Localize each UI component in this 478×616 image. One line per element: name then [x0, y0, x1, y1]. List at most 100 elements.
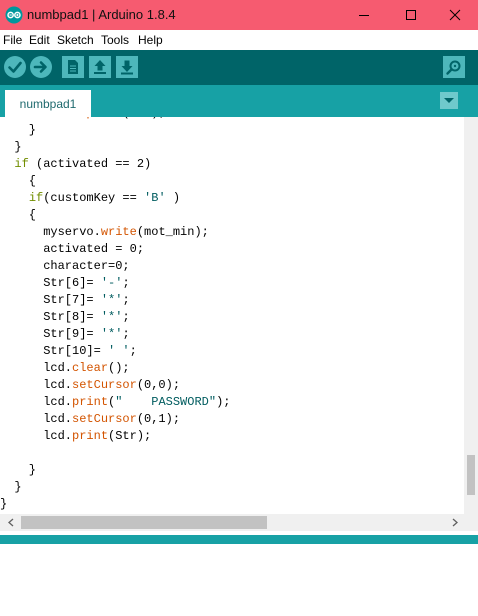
code-token: lcd. — [0, 361, 73, 375]
code-editor[interactable]: lcd.print(Str); } } if (activated == 2) … — [0, 117, 464, 514]
code-line: Str[8]= '*'; — [0, 310, 130, 324]
code-token: print — [72, 429, 109, 443]
code-token: ; — [122, 310, 130, 324]
code-token: print — [72, 395, 109, 409]
tab-menu-button[interactable] — [440, 92, 458, 109]
code-token: if — [14, 157, 29, 171]
code-token: } — [0, 463, 37, 477]
scroll-left-icon[interactable] — [6, 514, 16, 531]
verify-icon[interactable] — [3, 55, 27, 79]
code-token: Str[8]= — [0, 310, 101, 324]
code-line: lcd.clear(); — [0, 361, 130, 375]
code-token: " PASSWORD" — [115, 395, 217, 409]
code-token: (); — [108, 361, 130, 375]
code-token: } — [0, 497, 8, 511]
code-token: ); — [216, 395, 231, 409]
code-line: { — [0, 208, 36, 222]
code-token: { — [0, 208, 37, 222]
vertical-scrollbar-thumb[interactable] — [467, 455, 475, 495]
code-token: lcd. — [0, 117, 87, 120]
menu-sketch[interactable]: Sketch — [57, 33, 94, 47]
menu-bar: File Edit Sketch Tools Help — [0, 30, 478, 50]
code-line: Str[6]= '-'; — [0, 276, 130, 290]
menu-edit[interactable]: Edit — [29, 33, 50, 47]
scroll-right-icon[interactable] — [450, 514, 460, 531]
code-line: if (activated == 2) — [0, 157, 151, 171]
code-token: } — [0, 480, 22, 494]
tab-numbpad1[interactable]: numbpad1 — [5, 90, 91, 117]
minimize-icon — [359, 15, 369, 16]
save-icon[interactable] — [115, 55, 139, 79]
code-line: activated = 0; — [0, 242, 144, 256]
code-token: lcd. — [0, 412, 73, 426]
code-line: if(customKey == 'B' ) — [0, 191, 180, 205]
code-line: myservo.write(mot_min); — [0, 225, 209, 239]
code-line: lcd.print(Str); — [0, 429, 151, 443]
code-token: (Str); — [122, 117, 165, 120]
code-line: } — [0, 123, 36, 137]
code-token: Str[10]= — [0, 344, 109, 358]
code-token: ' ' — [108, 344, 130, 358]
code-line: } — [0, 480, 22, 494]
code-token: lcd. — [0, 395, 73, 409]
code-token: lcd. — [0, 378, 73, 392]
tab-menu-icon — [444, 98, 454, 103]
serial-monitor-icon[interactable] — [442, 55, 466, 79]
menu-help[interactable]: Help — [138, 33, 163, 47]
code-token: } — [0, 123, 37, 137]
code-token: Str[9]= — [0, 327, 101, 341]
minimize-button[interactable] — [341, 0, 387, 30]
new-icon[interactable] — [61, 55, 85, 79]
code-token: Str[6]= — [0, 276, 101, 290]
window-title: numbpad1 | Arduino 1.8.4 — [27, 7, 176, 22]
maximize-button[interactable] — [388, 0, 434, 30]
code-token: ; — [122, 327, 130, 341]
maximize-icon — [406, 10, 416, 20]
code-token: ; — [129, 344, 137, 358]
code-text[interactable]: lcd.print(Str); } } if (activated == 2) … — [0, 117, 230, 513]
code-token: (mot_min); — [136, 225, 209, 239]
code-line: character=0; — [0, 259, 129, 273]
code-token: myservo. — [0, 225, 101, 239]
code-token: { — [0, 174, 37, 188]
horizontal-scrollbar-thumb[interactable] — [21, 516, 267, 529]
code-token: Str[7]= — [0, 293, 101, 307]
console-status-bar — [0, 535, 478, 544]
code-line: Str[10]= ' '; — [0, 344, 137, 358]
code-line: } — [0, 497, 7, 511]
code-token: (customKey == — [43, 191, 145, 205]
code-token: (activated == 2) — [28, 157, 152, 171]
code-token: 'B' — [144, 191, 166, 205]
code-line: Str[7]= '*'; — [0, 293, 130, 307]
close-button[interactable] — [432, 0, 478, 30]
close-icon — [449, 9, 461, 21]
code-line: } — [0, 463, 36, 477]
code-token: (0,0); — [136, 378, 181, 392]
code-token: '*' — [100, 293, 123, 307]
menu-file[interactable]: File — [3, 33, 22, 47]
code-token: write — [100, 225, 137, 239]
arduino-logo-icon — [5, 6, 23, 24]
menu-tools[interactable]: Tools — [101, 33, 129, 47]
code-line: { — [0, 174, 36, 188]
code-token: ; — [122, 293, 130, 307]
code-line: lcd.print(" PASSWORD"); — [0, 395, 230, 409]
code-token: } — [0, 140, 22, 154]
code-token: ; — [122, 276, 130, 290]
code-token: setCursor — [72, 412, 137, 426]
code-token: setCursor — [72, 378, 137, 392]
code-token: '*' — [100, 310, 123, 324]
code-token: if — [28, 191, 44, 205]
upload-icon[interactable] — [29, 55, 53, 79]
code-token: lcd. — [0, 429, 73, 443]
code-token: clear — [72, 361, 109, 375]
toolbar — [0, 50, 478, 85]
open-icon[interactable] — [88, 55, 112, 79]
code-token: activated = 0; — [0, 242, 145, 256]
code-line: lcd.print(Str); — [0, 117, 166, 120]
code-token: (Str); — [108, 429, 152, 443]
code-line: Str[9]= '*'; — [0, 327, 130, 341]
code-token: '*' — [100, 327, 123, 341]
